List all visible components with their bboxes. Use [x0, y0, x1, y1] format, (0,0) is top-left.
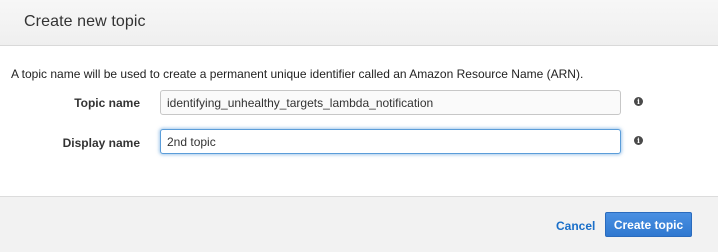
create-topic-dialog: Create new topic A topic name will be us… [0, 0, 718, 252]
dialog-description: A topic name will be used to create a pe… [11, 67, 584, 81]
topic-name-label: Topic name [74, 96, 140, 110]
info-icon[interactable]: i [634, 97, 643, 106]
cancel-button[interactable]: Cancel [556, 219, 595, 233]
dialog-title: Create new topic [24, 13, 146, 30]
info-icon[interactable]: i [634, 136, 643, 145]
display-name-input[interactable] [160, 129, 621, 154]
create-topic-button[interactable]: Create topic [605, 212, 692, 237]
topic-name-input[interactable] [160, 90, 621, 115]
dialog-header: Create new topic [0, 0, 718, 46]
display-name-label: Display name [62, 136, 140, 150]
